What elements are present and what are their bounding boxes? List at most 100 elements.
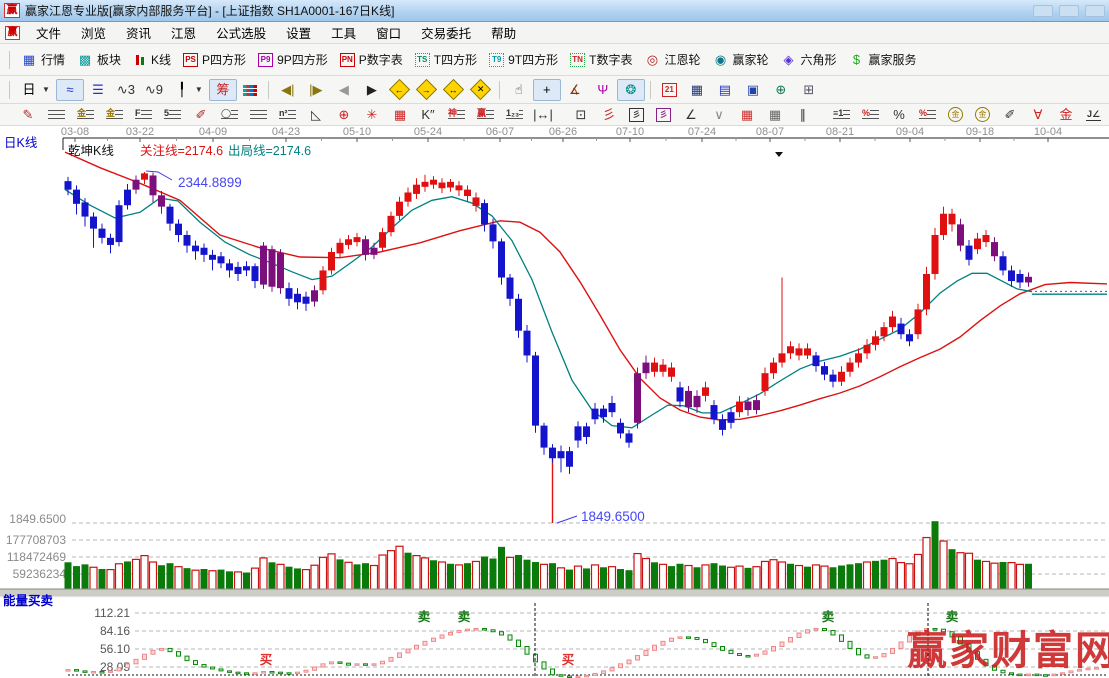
grid-red-tool[interactable]: ▦ <box>733 104 761 126</box>
box-select-tool[interactable]: ⊡ <box>567 104 595 126</box>
print-button[interactable]: ⊞ <box>795 79 823 101</box>
t-square-button[interactable]: TS T四方形 <box>409 48 483 71</box>
f-gann-tool[interactable]: F <box>129 105 158 125</box>
angle-rays-tool[interactable]: ∠ <box>677 104 705 126</box>
chip-button[interactable]: 筹 <box>208 78 237 101</box>
gann-wheel-button[interactable]: ◎ 江恩轮 <box>638 48 706 71</box>
browser-button[interactable]: ⊕ <box>767 79 795 101</box>
gold-gann-2-tool[interactable]: 金 <box>100 105 129 125</box>
menu-item-1[interactable]: 文件 <box>26 21 71 44</box>
brush-tool[interactable]: ✎ <box>14 104 42 126</box>
menu-item-6[interactable]: 设置 <box>276 21 321 44</box>
maximize-button[interactable] <box>1059 4 1079 17</box>
menu-item-3[interactable]: 资讯 <box>116 21 161 44</box>
gold-red-tool[interactable]: 金 <box>1052 104 1080 126</box>
first-page-button[interactable]: ◀| <box>274 79 302 101</box>
angle-ruler-tool[interactable]: ◺ <box>302 104 330 126</box>
k-double-tool[interactable]: K″ <box>414 104 442 126</box>
exit-line-label: 出局线=2174.6 <box>228 144 311 158</box>
winner-wheel-button[interactable]: ◉ 赢家轮 <box>706 48 774 71</box>
sectors-button[interactable]: ▩ 板块 <box>71 48 127 71</box>
indicator-mark <box>320 663 326 668</box>
ying-gann-tool[interactable]: 赢 <box>471 105 500 125</box>
wave9-button[interactable]: ∿9 <box>140 79 168 101</box>
pct-fence-tool[interactable]: % <box>856 105 885 125</box>
chart-canvas[interactable]: 03-08 03-22 04-09 04-23 05-10 05-24 06-07 06-26… <box>0 126 1109 678</box>
expand-button[interactable]: ↔ <box>440 78 467 101</box>
kline-button[interactable]: K线 <box>127 48 177 71</box>
compress-button[interactable]: ✕ <box>467 78 494 101</box>
menu-item-7[interactable]: 工具 <box>321 21 366 44</box>
gann-grid-tool[interactable] <box>42 105 71 125</box>
menu-item-5[interactable]: 公式选股 <box>206 21 276 44</box>
menu-item-4[interactable]: 江恩 <box>161 21 206 44</box>
chart-area[interactable]: 03-08 03-22 04-09 04-23 05-10 05-24 06-07 06-26… <box>0 126 1109 678</box>
quote-board-button[interactable]: ☰ <box>84 79 112 101</box>
measure-h-tool[interactable]: |↔| <box>529 104 557 126</box>
p-number-button[interactable]: PN P数字表 <box>334 48 409 71</box>
wave3-button[interactable]: ∿3 <box>112 79 140 101</box>
fan-red-tool[interactable]: 彡 <box>595 104 623 126</box>
map-tool-button[interactable]: ❂ <box>616 78 645 101</box>
pct-lines-tool[interactable]: % <box>913 105 942 125</box>
fan-purple-tool[interactable]: 彡 <box>650 105 677 125</box>
indicator-mark <box>227 670 232 673</box>
last-page-button[interactable]: |▶ <box>302 79 330 101</box>
pen-flag-tool[interactable]: ✐ <box>996 104 1024 126</box>
notes-button[interactable]: ▤ <box>711 79 739 101</box>
crosshair-button[interactable]: + <box>532 78 561 101</box>
fan-box-tool[interactable]: 彡 <box>623 105 650 125</box>
angle-tool-button[interactable]: ∡ <box>561 79 589 101</box>
minimize-button[interactable] <box>1033 4 1053 17</box>
parallel-tool[interactable]: ∥ <box>789 104 817 126</box>
shift-right-button[interactable]: → <box>413 78 440 101</box>
brush2-tool[interactable]: ✐ <box>187 104 215 126</box>
close-button[interactable] <box>1085 4 1105 17</box>
grid-target-tool[interactable]: ▦ <box>386 104 414 126</box>
winner-service-button[interactable]: $ 赢家服务 <box>843 48 923 71</box>
next-button[interactable]: ▶ <box>358 79 386 101</box>
p-square-button[interactable]: PS P四方形 <box>177 48 252 71</box>
9p-square-button[interactable]: P9 9P四方形 <box>252 48 334 71</box>
chip-histogram-button[interactable] <box>237 80 263 99</box>
pct-tool[interactable]: % <box>885 104 913 126</box>
gold-circle2-tool[interactable]: 金 <box>969 104 996 125</box>
ruler-scale-tool[interactable]: ≡1 <box>827 105 856 125</box>
gold-gann-1-tool[interactable]: 金 <box>71 105 100 125</box>
angle-j-tool[interactable]: J∠ <box>1080 106 1107 124</box>
n2-gann-tool[interactable]: n² <box>273 105 302 125</box>
fence-tool[interactable] <box>244 105 273 125</box>
candle-type-dropdown[interactable]: ╿ ▼ <box>168 79 209 101</box>
spiral-gann-tool[interactable]: 5 <box>158 105 187 125</box>
hexagon-button[interactable]: ◈ 六角形 <box>775 48 843 71</box>
menu-item-2[interactable]: 浏览 <box>71 21 116 44</box>
save-button[interactable]: ▣ <box>739 79 767 101</box>
pan-hand-button[interactable]: ☝ <box>505 79 533 101</box>
candle-body <box>217 256 225 264</box>
quotes-button[interactable]: ▦ 行情 <box>15 48 71 71</box>
indicator-mark <box>159 647 164 651</box>
gann-tool-button[interactable]: Ψ <box>589 79 617 101</box>
pane-divider[interactable] <box>0 589 1109 597</box>
prev-button[interactable]: ◀ <box>330 79 358 101</box>
9t-square-button[interactable]: T9 9T四方形 <box>483 48 564 71</box>
t-number-button[interactable]: TN T数字表 <box>564 48 638 71</box>
menu-item-9[interactable]: 交易委托 <box>411 21 481 44</box>
shen-gann-tool[interactable]: 神 <box>442 105 471 125</box>
wave-red-tool[interactable]: ∀ <box>1024 104 1052 126</box>
gold-circle-tool[interactable]: 金 <box>942 104 969 125</box>
calendar-button[interactable]: 21 <box>656 80 683 100</box>
kline-period-dropdown[interactable]: 日 ▼ <box>15 79 56 101</box>
grid-tool[interactable]: ▦ <box>761 104 789 126</box>
shift-left-button[interactable]: ← <box>386 78 413 101</box>
target-tool[interactable]: ⊕ <box>330 104 358 126</box>
minute-chart-button[interactable]: ≈ <box>55 78 84 101</box>
calculator-button[interactable]: ▦ <box>683 79 711 101</box>
menu-item-10[interactable]: 帮助 <box>481 21 526 44</box>
ruler123-tool[interactable]: 1₂₃ <box>500 105 529 125</box>
circle-gann-tool[interactable]: ◯ <box>215 105 244 125</box>
buy-signal-label: 买 <box>562 653 575 667</box>
star-tool[interactable]: ✳ <box>358 104 386 126</box>
wave-v-tool[interactable]: ∨ <box>705 104 733 126</box>
menu-item-8[interactable]: 窗口 <box>366 21 411 44</box>
